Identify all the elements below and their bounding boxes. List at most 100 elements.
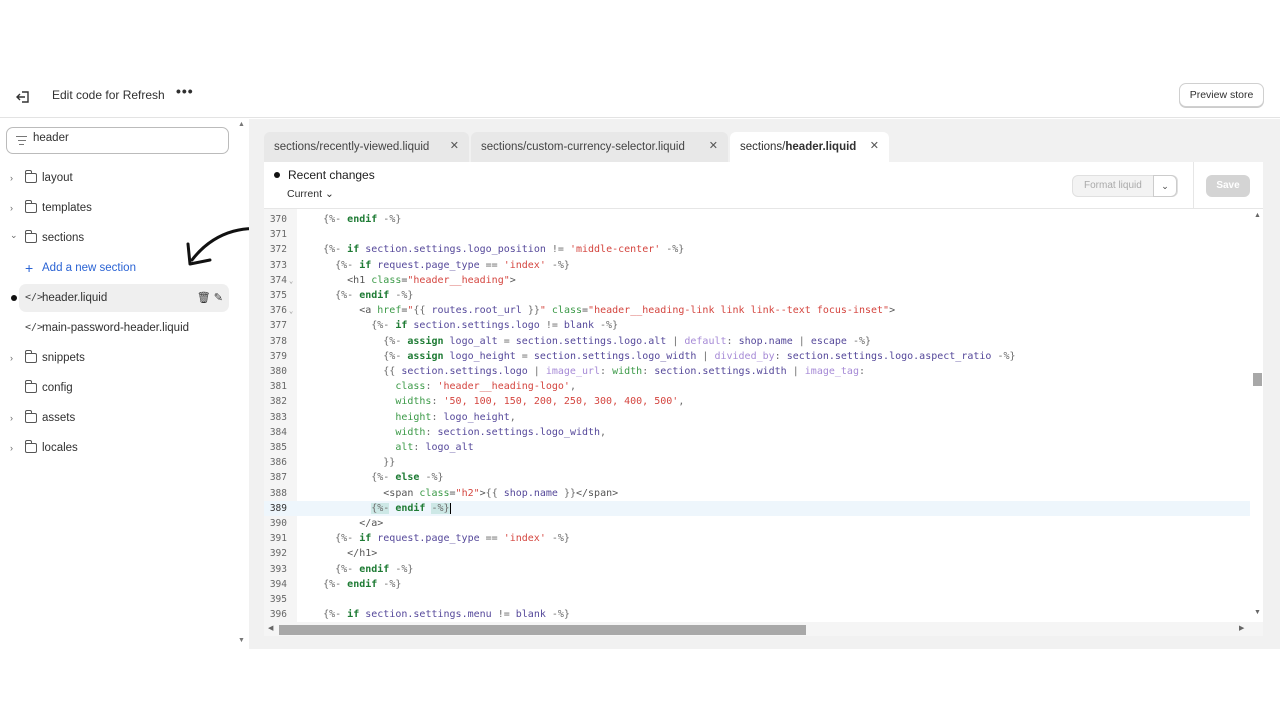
code-token: section.settings.logo.alt — [509, 335, 667, 347]
code-token: != — [539, 320, 558, 332]
code-token: {%- — [299, 290, 354, 301]
code-token: width — [299, 426, 426, 438]
code-token: -%} — [545, 533, 570, 545]
code-token: | — [527, 366, 540, 377]
tab-label-bold: header.liquid — [785, 141, 857, 153]
preview-store-button[interactable]: Preview store — [1179, 83, 1264, 107]
chevron-right-icon: › — [10, 443, 13, 453]
code-token: -%} — [594, 320, 619, 332]
code-line[interactable]: 382 widths: '50, 100, 150, 200, 250, 300… — [264, 394, 1250, 409]
code-line[interactable]: 393 {%- endif -%} — [264, 562, 1250, 577]
tab-recently-viewed[interactable]: sections/recently-viewed.liquid ✕ — [264, 132, 469, 162]
code-token: if — [389, 320, 408, 332]
line-number: 391 — [269, 533, 287, 545]
chevron-down-icon[interactable]: ⌄ — [1153, 175, 1177, 197]
code-token: endif — [353, 290, 390, 301]
code-token: section.settings.logo_width — [527, 350, 697, 362]
fold-chevron-icon[interactable]: ⌄ — [289, 304, 293, 319]
editor-area: sections/recently-viewed.liquid ✕ section… — [249, 119, 1280, 649]
folder-label: layout — [42, 172, 73, 184]
chevron-down-icon: ⌄ — [10, 230, 18, 240]
code-token: -%} — [545, 259, 570, 271]
file-search[interactable] — [6, 127, 229, 154]
tab-custom-currency-selector[interactable]: sections/custom-currency-selector.liquid… — [471, 132, 728, 162]
code-line[interactable]: 376 ⌄ <a href="{{ routes.root_url }}" cla… — [264, 303, 1250, 318]
format-liquid-button[interactable]: Format liquid ⌄ — [1072, 175, 1178, 197]
sidebar-scrollbar[interactable]: ▲ ▼ — [236, 119, 248, 649]
line-number: 380 — [269, 366, 287, 377]
close-tab-icon[interactable]: ✕ — [450, 131, 459, 161]
folder-assets[interactable]: › assets — [0, 406, 229, 430]
code-token: {{ — [413, 305, 426, 317]
code-line[interactable]: 392 </h1> — [264, 546, 1250, 561]
code-token: endif — [341, 578, 378, 590]
code-token: <h1 — [299, 274, 366, 286]
code-line[interactable]: 391 {%- if request.page_type == 'index' … — [264, 531, 1250, 546]
fold-chevron-icon[interactable]: ⌄ — [289, 274, 293, 289]
file-search-input[interactable] — [33, 132, 213, 144]
line-number: 374 — [269, 274, 287, 286]
code-line[interactable]: 394 {%- endif -%} — [264, 577, 1250, 592]
version-label: Current — [287, 188, 323, 200]
code-token: '50, 100, 150, 200, 250, 300, 400, 500' — [437, 396, 679, 408]
folder-snippets[interactable]: › snippets — [0, 346, 229, 370]
version-select[interactable]: Current ⌄ — [287, 188, 334, 200]
horizontal-scrollbar[interactable]: ◀ ▶ — [264, 622, 1263, 636]
tab-header-liquid[interactable]: sections/header.liquid ✕ — [730, 132, 889, 162]
code-line[interactable]: 381 class: 'header__heading-logo', — [264, 379, 1250, 394]
code-token: endif — [353, 563, 390, 575]
code-text: {%- endif -%} — [299, 501, 451, 516]
code-line[interactable]: 384 width: section.settings.logo_width, — [264, 425, 1250, 440]
code-line[interactable]: 390 </a> — [264, 516, 1250, 531]
code-line[interactable]: 395 — [264, 592, 1250, 607]
code-text: </a> — [299, 516, 383, 531]
code-token: , — [600, 426, 607, 438]
more-actions-button[interactable]: ••• — [176, 83, 194, 99]
folder-templates[interactable]: › templates — [0, 196, 229, 220]
vertical-scrollbar[interactable]: ▲ ▼ — [1251, 209, 1263, 622]
code-line[interactable]: 386 }} — [264, 455, 1250, 470]
close-tab-icon[interactable]: ✕ — [870, 131, 879, 161]
folder-locales[interactable]: › locales — [0, 436, 229, 460]
line-number: 373 — [269, 259, 287, 271]
line-number: 386 — [269, 457, 287, 469]
code-line[interactable]: 387 {%- else -%} — [264, 470, 1250, 485]
code-line[interactable]: 389 {%- endif -%} — [264, 500, 1250, 516]
close-tab-icon[interactable]: ✕ — [709, 131, 718, 161]
code-line[interactable]: 385 alt: logo_alt — [264, 440, 1250, 455]
line-number: 388 — [269, 487, 287, 499]
code-line[interactable]: 378 {%- assign logo_alt = section.settin… — [264, 334, 1250, 349]
folder-layout[interactable]: › layout — [0, 166, 229, 190]
code-line[interactable]: 371 — [264, 227, 1250, 242]
code-line[interactable]: 374 ⌄ <h1 class="header__heading"> — [264, 273, 1250, 288]
code-token: : — [858, 366, 866, 377]
code-token: {%- — [299, 609, 342, 621]
code-token: -%} — [377, 578, 402, 590]
code-token: divided_by — [708, 350, 775, 362]
code-line[interactable]: 380 {{ section.settings.logo | image_url… — [264, 364, 1250, 379]
file-item[interactable]: </> main-password-header.liquid — [0, 314, 229, 342]
code-line[interactable]: 388 <span class="h2">{{ shop.name }}</sp… — [264, 486, 1250, 501]
code-line[interactable]: 373 {%- if request.page_type == 'index' … — [264, 258, 1250, 273]
code-line[interactable]: 372 {%- if section.settings.logo_positio… — [264, 242, 1250, 257]
code-line[interactable]: 370 {%- endif -%} — [264, 212, 1250, 227]
line-number: 370 — [269, 214, 287, 225]
code-token: if — [353, 259, 372, 271]
delete-icon[interactable]: 🗑 — [197, 292, 211, 304]
exit-icon[interactable] — [15, 89, 31, 105]
code-text: {{ section.settings.logo | image_url: wi… — [299, 364, 865, 379]
code-editor[interactable]: 370 {%- endif -%} 371 372 {%- if section.s… — [264, 209, 1263, 622]
save-button[interactable]: Save — [1206, 175, 1250, 197]
code-line[interactable]: 377 {%- if section.settings.logo != blan… — [264, 318, 1250, 333]
code-token: "header__heading" — [407, 274, 510, 286]
code-token: {%- — [299, 578, 342, 590]
folder-config[interactable]: config — [0, 376, 229, 400]
code-line[interactable]: 396 {%- if section.settings.menu != blan… — [264, 607, 1250, 622]
file-item[interactable]: </> header.liquid 🗑 ✎ — [0, 284, 229, 312]
code-line[interactable]: 375 {%- endif -%} — [264, 288, 1250, 303]
top-bar: Edit code for Refresh ••• Preview store — [0, 80, 1280, 118]
code-text: {%- assign logo_alt = section.settings.l… — [299, 334, 871, 349]
code-line[interactable]: 383 height: logo_height, — [264, 410, 1250, 425]
rename-pencil-icon[interactable]: ✎ — [214, 292, 223, 304]
code-line[interactable]: 379 {%- assign logo_height = section.set… — [264, 349, 1250, 364]
